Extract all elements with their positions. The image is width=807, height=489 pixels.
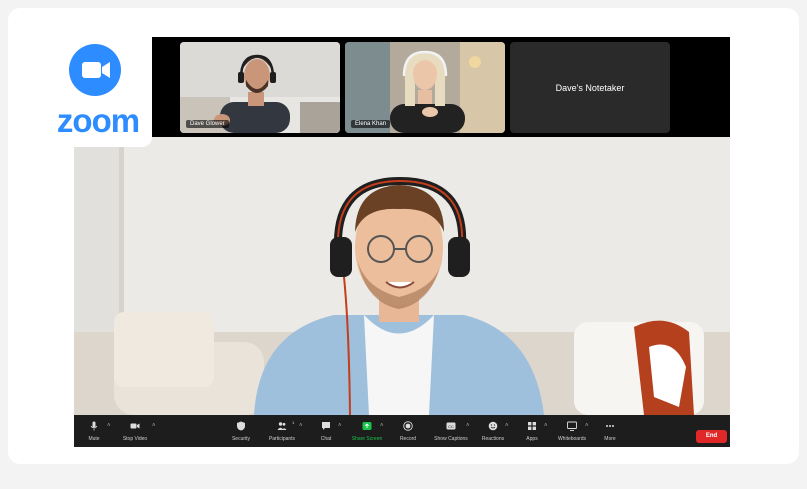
share-options-caret[interactable]: ˄ [380, 423, 384, 429]
reactions-button[interactable]: Reactions [477, 415, 509, 447]
chat-icon [322, 422, 330, 430]
participant-tile[interactable]: Dave's Notetaker [510, 42, 670, 133]
reactions-label: Reactions [481, 436, 505, 442]
whiteboards-button[interactable]: Whiteboards [553, 415, 591, 447]
end-meeting-button[interactable]: End [696, 430, 727, 443]
participant-name-label: Dave Glower [186, 120, 229, 128]
chat-options-caret[interactable]: ˄ [338, 423, 342, 429]
share-screen-label: Share Screen [351, 436, 383, 442]
stop-video-button[interactable]: Stop Video [119, 415, 151, 447]
mute-button[interactable]: Mute [83, 415, 105, 447]
zoom-logo: zoom [14, 14, 152, 147]
reactions-options-caret[interactable]: ˄ [505, 423, 509, 429]
shield-icon [237, 421, 245, 431]
security-button[interactable]: Security [226, 415, 256, 447]
stop-video-label: Stop Video [122, 436, 148, 442]
record-label: Record [399, 436, 417, 442]
show-captions-button[interactable]: CC Show Captions [429, 415, 473, 447]
participant-tile[interactable]: Dave Glower [180, 42, 340, 133]
video-camera-icon [69, 44, 121, 96]
main-speaker-video [74, 137, 730, 415]
participants-options-caret[interactable]: ˄ [299, 423, 303, 429]
participants-label: Participants [268, 436, 296, 442]
apps-options-caret[interactable]: ˄ [544, 423, 548, 429]
more-label: More [604, 436, 616, 442]
participant-name-label: Elena Khan [351, 120, 391, 128]
mute-options-caret[interactable]: ˄ [107, 423, 111, 429]
show-captions-label: Show Captions [434, 436, 468, 442]
smiley-icon [488, 421, 498, 431]
share-screen-icon [362, 422, 372, 430]
participants-count: 1 [292, 420, 295, 425]
more-icon [606, 425, 614, 427]
participant-name-label: Dave's Notetaker [555, 82, 625, 93]
meeting-window: Dave Glower Elena Khan Dave's Notetaker [74, 37, 730, 447]
more-button[interactable]: More [599, 415, 621, 447]
participant-strip: Dave Glower Elena Khan Dave's Notetaker [74, 37, 730, 137]
video-options-caret[interactable]: ˄ [152, 423, 156, 429]
record-icon [403, 421, 413, 431]
captions-options-caret[interactable]: ˄ [466, 423, 470, 429]
zoom-wordmark: zoom [56, 102, 140, 139]
participant-tile[interactable]: Elena Khan [345, 42, 505, 133]
apps-icon [528, 422, 536, 430]
apps-label: Apps [526, 436, 538, 442]
microphone-icon [90, 421, 98, 431]
chat-button[interactable]: Chat [316, 415, 336, 447]
mute-label: Mute [88, 436, 100, 442]
whiteboards-options-caret[interactable]: ˄ [585, 423, 589, 429]
video-camera-icon [130, 423, 140, 429]
meeting-toolbar: Mute ˄ Stop Video ˄ Security Participant… [74, 415, 730, 447]
svg-text:CC: CC [448, 424, 454, 429]
record-button[interactable]: Record [395, 415, 421, 447]
people-icon [277, 422, 287, 430]
chat-label: Chat [320, 436, 332, 442]
whiteboard-icon [567, 421, 577, 431]
captions-icon: CC [446, 422, 456, 430]
whiteboards-label: Whiteboards [557, 436, 587, 442]
security-label: Security [231, 436, 251, 442]
share-screen-button[interactable]: Share Screen [348, 415, 386, 447]
apps-button[interactable]: Apps [521, 415, 543, 447]
